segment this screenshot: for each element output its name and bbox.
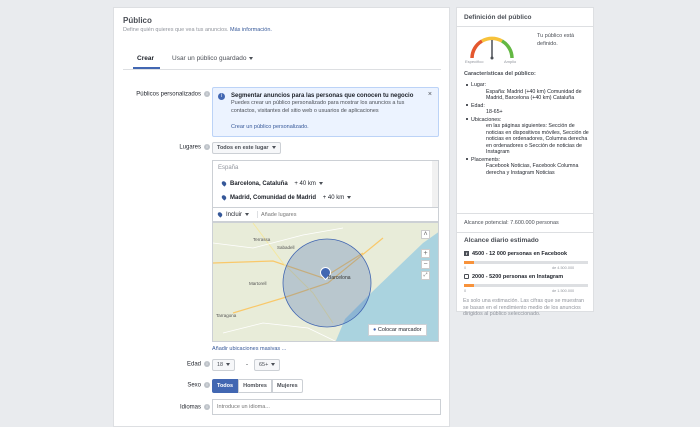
radius-dropdown[interactable]: + 40 km bbox=[294, 181, 323, 187]
facebook-max: de 4.500.000 bbox=[552, 266, 575, 270]
map-label: Tarragona bbox=[216, 313, 237, 318]
divider bbox=[457, 26, 593, 27]
divider bbox=[257, 211, 258, 218]
audience-definition-panel: Definición del público Específico Amplio… bbox=[456, 7, 594, 312]
chevron-down-icon bbox=[347, 195, 352, 199]
definition-title: Definición del público bbox=[464, 14, 532, 21]
map-label: Martorell bbox=[249, 281, 267, 286]
instagram-reach-fill bbox=[464, 284, 474, 287]
chevron-down-icon bbox=[271, 363, 276, 367]
potential-reach: Alcance potencial: 7.600.000 personas bbox=[464, 220, 559, 226]
scrollbar[interactable] bbox=[432, 161, 438, 207]
close-icon[interactable]: × bbox=[428, 91, 432, 98]
map-label: Sabadell bbox=[277, 245, 295, 250]
instagram-min: 0 bbox=[464, 289, 467, 293]
chevron-down-icon bbox=[245, 212, 250, 216]
custom-audience-notice: i Segmentar anuncios para las personas q… bbox=[212, 87, 439, 137]
instagram-reach: 2000 - 5200 personas en Instagram bbox=[464, 274, 588, 280]
locations-label: Lugares i bbox=[114, 144, 210, 151]
notice-title: Segmentar anuncios para las personas que… bbox=[231, 93, 414, 99]
fullscreen-icon[interactable]: ⤢ bbox=[421, 271, 430, 280]
chevron-down-icon bbox=[226, 363, 231, 367]
tab-create[interactable]: Crear bbox=[137, 55, 154, 62]
location-item: Barcelona, Cataluña + 40 km bbox=[220, 180, 323, 188]
age-separator: - bbox=[246, 362, 248, 368]
gender-men-button[interactable]: Hombres bbox=[238, 379, 272, 393]
pin-icon bbox=[216, 211, 224, 218]
pin-icon bbox=[220, 194, 228, 201]
location-type-dropdown[interactable]: Todos en este lugar bbox=[212, 142, 281, 154]
features-list: Lugar: España: Madrid (+40 km) Comunidad… bbox=[466, 82, 590, 176]
gauge-status: Tu público está definido. bbox=[537, 33, 575, 47]
feature-locations-value: Facebook Noticias, Facebook Columna dere… bbox=[486, 163, 579, 176]
map-label: Terrassa bbox=[253, 237, 271, 242]
drop-pin-button[interactable]: ● Colocar marcador bbox=[368, 324, 427, 336]
features-title: Características del público: bbox=[464, 71, 536, 77]
location-map[interactable]: Barcelona Sabadell Terrassa Tarragona Ma… bbox=[212, 222, 439, 342]
audience-gauge bbox=[470, 36, 514, 60]
gender-all-button[interactable]: Todos bbox=[212, 379, 239, 393]
info-icon[interactable]: i bbox=[204, 361, 210, 367]
tab-saved-audience[interactable]: Usar un público guardado bbox=[172, 55, 254, 62]
chevron-down-icon bbox=[249, 56, 254, 60]
page-title: Público bbox=[123, 16, 152, 25]
info-icon[interactable]: i bbox=[204, 382, 210, 388]
feature-placements-value: en las páginas siguientes: Sección de no… bbox=[486, 123, 589, 155]
info-icon[interactable]: i bbox=[204, 144, 210, 150]
pin-icon bbox=[220, 180, 228, 187]
age-from-dropdown[interactable]: 18 bbox=[212, 359, 236, 371]
chevron-down-icon bbox=[271, 146, 276, 150]
feature-age-value: 18-65+ bbox=[486, 109, 503, 115]
audience-panel: Público Define quién quieres que vea tus… bbox=[113, 7, 450, 427]
notice-text: Puedes crear un público personalizado pa… bbox=[231, 100, 405, 114]
gender-women-button[interactable]: Mujeres bbox=[271, 379, 303, 393]
languages-label: Idiomas i bbox=[114, 404, 210, 411]
facebook-reach-bar bbox=[464, 261, 588, 264]
facebook-min: 0 bbox=[464, 266, 467, 270]
daily-reach-title: Alcance diario estimado bbox=[464, 237, 539, 244]
instagram-icon bbox=[464, 274, 469, 280]
languages-input[interactable] bbox=[212, 399, 441, 415]
tabs-divider bbox=[123, 69, 441, 70]
info-icon[interactable]: i bbox=[204, 91, 210, 97]
page-subtitle: Define quién quieres que vea tus anuncio… bbox=[123, 27, 272, 33]
facebook-icon: f bbox=[464, 251, 469, 256]
facebook-reach: f 4500 - 12 000 personas en Facebook bbox=[464, 251, 568, 257]
radius-dropdown[interactable]: + 40 km bbox=[323, 195, 352, 201]
gender-label: Sexo i bbox=[114, 382, 210, 389]
location-item: Madrid, Comunidad de Madrid + 40 km bbox=[220, 194, 352, 202]
facebook-reach-fill bbox=[464, 261, 474, 264]
zoom-out-icon[interactable]: − bbox=[421, 260, 430, 269]
bulk-locations-link[interactable]: Añadir ubicaciones masivas ... bbox=[212, 345, 286, 353]
map-label: Barcelona bbox=[328, 275, 351, 281]
divider bbox=[457, 232, 593, 233]
gauge-right-label: Amplio bbox=[504, 59, 517, 64]
instagram-max: de 1.500.000 bbox=[552, 289, 575, 293]
radius-circle bbox=[282, 238, 372, 328]
instagram-reach-bar bbox=[464, 284, 588, 287]
gender-segmented-control: Todos Hombres Mujeres bbox=[212, 379, 303, 393]
map-up-icon[interactable]: ˄ bbox=[421, 230, 430, 239]
zoom-in-icon[interactable]: + bbox=[421, 249, 430, 258]
age-to-dropdown[interactable]: 65+ bbox=[254, 359, 281, 371]
create-custom-audience-link[interactable]: Crear un público personalizado. bbox=[231, 123, 309, 131]
divider bbox=[457, 213, 593, 214]
country-label: España bbox=[218, 165, 239, 171]
location-search-bar: Incluir bbox=[212, 208, 439, 222]
info-icon[interactable]: i bbox=[204, 404, 210, 410]
info-icon: i bbox=[218, 93, 225, 100]
chevron-down-icon bbox=[318, 181, 323, 185]
location-list: España Barcelona, Cataluña + 40 km Madri… bbox=[212, 160, 439, 208]
location-search-input[interactable] bbox=[261, 209, 431, 220]
pin-icon: ● bbox=[373, 327, 377, 333]
estimate-note: Es solo una estimación. Las cifras que s… bbox=[463, 298, 585, 317]
age-label: Edad i bbox=[114, 361, 210, 368]
gauge-left-label: Específico bbox=[465, 59, 484, 64]
custom-audiences-label: Públicos personalizados i bbox=[114, 91, 210, 98]
include-dropdown[interactable]: Incluir bbox=[216, 211, 250, 219]
more-info-link[interactable]: Más información. bbox=[230, 27, 272, 33]
feature-place-value: España: Madrid (+40 km) Comunidad de Mad… bbox=[486, 88, 582, 102]
